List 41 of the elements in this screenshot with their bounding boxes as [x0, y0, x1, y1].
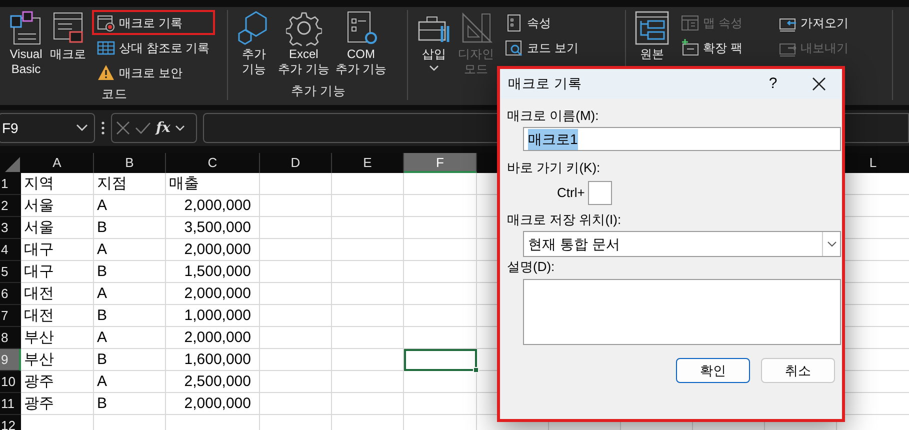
table-cell: 2,000,000	[166, 239, 260, 261]
field-label: 매크로 저장 위치(I):	[507, 211, 622, 229]
table-cell: 2,000,000	[166, 327, 260, 349]
shortcut-prefix: Ctrl+	[557, 184, 585, 202]
table-cell: A	[94, 283, 166, 305]
table-cell: 서울	[21, 217, 94, 239]
table-cell: 대구	[21, 261, 94, 283]
dialog-title: 매크로 기록	[508, 74, 583, 93]
group-label: 코드	[100, 86, 128, 103]
field-label: 설명(D):	[507, 258, 555, 276]
table-cell: 대전	[21, 305, 94, 327]
table-cell: 3,500,000	[166, 217, 260, 239]
table-cell: 부산	[21, 327, 94, 349]
table-cell: 광주	[21, 371, 94, 393]
table-cell: 광주	[21, 393, 94, 415]
table-cell: 대전	[21, 283, 94, 305]
table-cell: 2,000,000	[166, 195, 260, 217]
table-cell: 2,000,000	[166, 283, 260, 305]
table-cell: B	[94, 349, 166, 371]
table-cell: A	[94, 239, 166, 261]
table-cell: A	[94, 327, 166, 349]
table-cell: A	[94, 195, 166, 217]
table-cell: A	[94, 371, 166, 393]
table-cell: 2,500,000	[166, 371, 260, 393]
table-cell: B	[94, 305, 166, 327]
table-cell: 1,000,000	[166, 305, 260, 327]
table-cell: 서울	[21, 195, 94, 217]
table-cell: B	[94, 217, 166, 239]
table-cell: 지역	[21, 173, 94, 195]
table-cell: B	[94, 393, 166, 415]
table-cell: 지점	[94, 173, 166, 195]
table-cell: 부산	[21, 349, 94, 371]
table-cell: 2,000,000	[166, 393, 260, 415]
table-cell: B	[94, 261, 166, 283]
group-label: 추가 기능	[290, 83, 348, 100]
field-label: 바로 가기 키(K):	[507, 159, 600, 177]
field-label: 매크로 이름(M):	[507, 107, 599, 125]
table-cell: 대구	[21, 239, 94, 261]
table-cell: 매출	[166, 173, 260, 195]
table-cell: 1,500,000	[166, 261, 260, 283]
table-cell: 1,600,000	[166, 349, 260, 371]
